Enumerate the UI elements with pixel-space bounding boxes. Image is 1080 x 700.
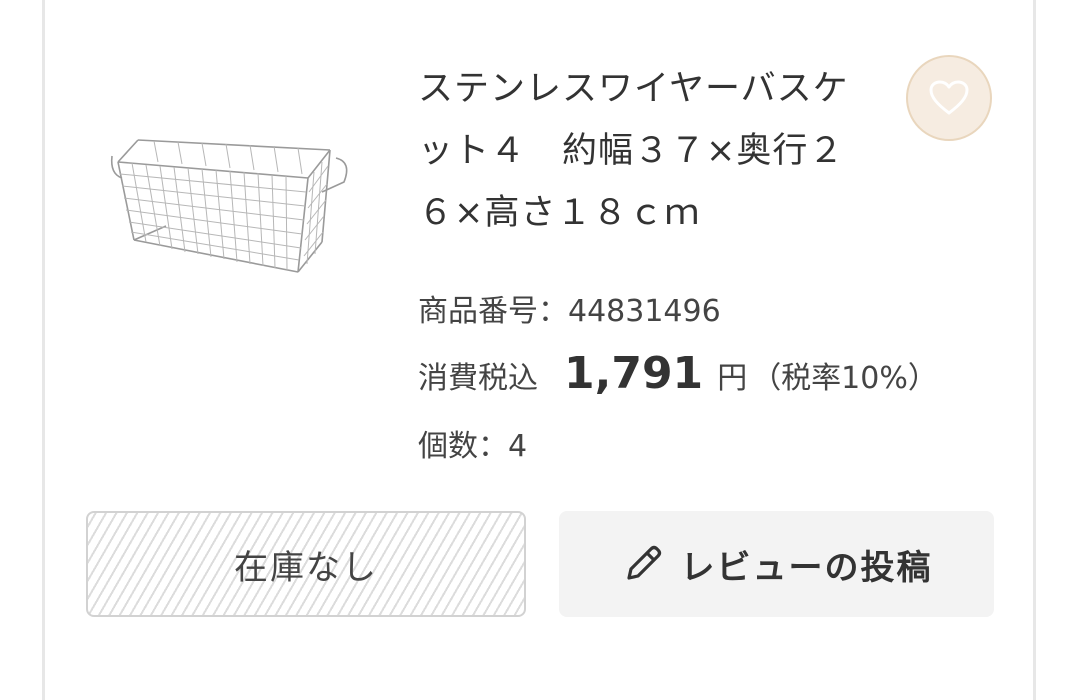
price-unit: 円 bbox=[717, 361, 748, 396]
write-review-button[interactable]: レビューの投稿 bbox=[559, 511, 994, 617]
product-code-label: 商品番号： bbox=[418, 294, 568, 329]
price-value: 1,791 bbox=[564, 348, 704, 399]
price-prefix: 消費税込 bbox=[418, 361, 538, 396]
product-title[interactable]: ステンレスワイヤーバスケット４ 約幅３７×奥行２６×高さ１８ｃｍ bbox=[418, 58, 858, 244]
write-review-label: レビューの投稿 bbox=[680, 547, 933, 588]
product-code: 商品番号：44831496 bbox=[418, 286, 721, 330]
quantity: 個数：4 bbox=[418, 421, 527, 465]
quantity-value: 4 bbox=[508, 429, 528, 464]
heart-icon bbox=[929, 80, 969, 115]
favorite-button[interactable] bbox=[906, 55, 992, 141]
tax-note: （税率10%） bbox=[751, 361, 938, 396]
out-of-stock-label: 在庫なし bbox=[234, 547, 378, 588]
out-of-stock-button: 在庫なし bbox=[86, 511, 526, 617]
product-image[interactable] bbox=[108, 122, 354, 284]
product-code-value: 44831496 bbox=[568, 294, 721, 329]
price-row: 消費税込 1,791 円 （税率10%） bbox=[418, 348, 938, 399]
pencil-icon bbox=[621, 542, 665, 586]
quantity-label: 個数： bbox=[418, 429, 508, 464]
